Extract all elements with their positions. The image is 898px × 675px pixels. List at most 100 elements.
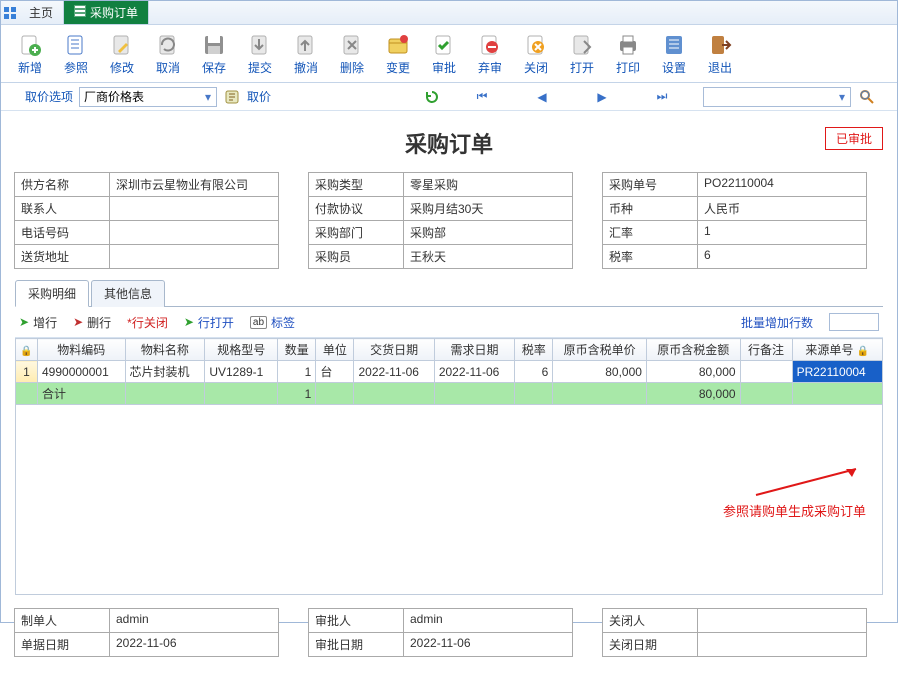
search-input[interactable] [704, 88, 834, 106]
order-value-2[interactable]: 1 [697, 220, 867, 245]
order-value-0[interactable]: PO22110004 [697, 172, 867, 197]
order-value-3[interactable]: 6 [697, 244, 867, 269]
header-form: 供方名称深圳市云星物业有限公司联系人电话号码送货地址 采购类型零星采购付款协议采… [15, 173, 883, 269]
purchase-value-2[interactable]: 采购部 [403, 220, 573, 245]
chevron-down-icon[interactable]: ▾ [200, 90, 216, 104]
supplier-label-3: 送货地址 [14, 244, 110, 269]
grid-icon [74, 5, 86, 20]
nav-prev-icon[interactable]: ◀ [533, 88, 551, 106]
subtab-detail[interactable]: 采购明细 [15, 280, 89, 307]
detail-grid: 🔒物料编码物料名称规格型号数量单位交货日期需求日期税率原币含税单价原币含税金额行… [15, 338, 883, 405]
supplier-value-3[interactable] [109, 244, 279, 269]
nav-first-icon[interactable]: ⏮ [473, 88, 491, 106]
col-header-9[interactable]: 原币含税单价 [553, 339, 647, 361]
batch-add-label: 批量增加行数 [741, 314, 813, 331]
order-value-1[interactable]: 人民币 [697, 196, 867, 221]
settings-icon [652, 31, 696, 59]
tab-home[interactable]: 主页 [19, 1, 64, 24]
col-header-10[interactable]: 原币含税金额 [646, 339, 740, 361]
closer-value-0[interactable] [697, 608, 867, 633]
supplier-value-1[interactable] [109, 196, 279, 221]
subtab-other[interactable]: 其他信息 [91, 280, 165, 307]
add-line-button[interactable]: ➤增行 [19, 314, 57, 331]
fetch-price-icon[interactable] [223, 88, 241, 106]
order-label-1: 币种 [602, 196, 698, 221]
price-list-input[interactable] [80, 88, 200, 106]
supplier-label-1: 联系人 [14, 196, 110, 221]
change-icon [376, 31, 420, 59]
total-row: 合计180,000 [16, 383, 883, 405]
approver-value-1[interactable]: 2022-11-06 [403, 632, 573, 657]
creator-label-0: 制单人 [14, 608, 110, 633]
purchase-value-0[interactable]: 零星采购 [403, 172, 573, 197]
supplier-value-0[interactable]: 深圳市云星物业有限公司 [109, 172, 279, 197]
new-button[interactable]: 新增 [7, 28, 53, 79]
source-order-cell[interactable]: PR22110004 [792, 361, 882, 383]
purchase-value-1[interactable]: 采购月结30天 [403, 196, 573, 221]
col-header-2[interactable]: 物料名称 [125, 339, 205, 361]
save-button[interactable]: 保存 [191, 28, 237, 79]
purchase-label-0: 采购类型 [308, 172, 404, 197]
supplier-value-2[interactable] [109, 220, 279, 245]
search-combo[interactable]: ▾ [703, 87, 851, 107]
col-header-0[interactable]: 🔒 [16, 339, 38, 361]
tag-button[interactable]: ab标签 [250, 314, 295, 331]
edit-button[interactable]: 修改 [99, 28, 145, 79]
purchase-label-1: 付款协议 [308, 196, 404, 221]
submit-button[interactable]: 提交 [237, 28, 283, 79]
refresh-icon[interactable] [423, 88, 441, 106]
tab-purchase-order[interactable]: 采购订单 [64, 1, 149, 24]
grid-empty-area: 参照请购单生成采购订单 [15, 405, 883, 595]
cancel-button[interactable]: 取消 [145, 28, 191, 79]
exit-button[interactable]: 退出 [697, 28, 743, 79]
col-header-11[interactable]: 行备注 [740, 339, 792, 361]
reject-button[interactable]: 弃审 [467, 28, 513, 79]
line-toolbar: ➤增行 ➤删行 *行关闭 ➤行打开 ab标签 批量增加行数 [15, 307, 883, 338]
price-list-combo[interactable]: ▾ [79, 87, 217, 107]
approve-button[interactable]: 审批 [421, 28, 467, 79]
edit-icon [100, 31, 144, 59]
fetch-price-button[interactable]: 取价 [247, 88, 271, 105]
lock-icon: 🔒 [857, 346, 869, 357]
submit-icon [238, 31, 282, 59]
col-header-4[interactable]: 数量 [278, 339, 316, 361]
col-header-3[interactable]: 规格型号 [205, 339, 278, 361]
change-button[interactable]: 变更 [375, 28, 421, 79]
print-button[interactable]: 打印 [605, 28, 651, 79]
nav-next-icon[interactable]: ▶ [593, 88, 611, 106]
search-icon[interactable] [857, 87, 877, 107]
ref-icon [54, 31, 98, 59]
revoke-icon [284, 31, 328, 59]
price-option-label: 取价选项 [25, 88, 73, 105]
approver-label-0: 审批人 [308, 608, 404, 633]
chevron-down-icon[interactable]: ▾ [834, 90, 850, 104]
col-header-8[interactable]: 税率 [515, 339, 553, 361]
col-header-12[interactable]: 来源单号 🔒 [792, 339, 882, 361]
purchase-value-3[interactable]: 王秋天 [403, 244, 573, 269]
open-line-button[interactable]: ➤行打开 [184, 314, 234, 331]
exit-icon [698, 31, 742, 59]
creator-value-1[interactable]: 2022-11-06 [109, 632, 279, 657]
closer-value-1[interactable] [697, 632, 867, 657]
col-header-5[interactable]: 单位 [316, 339, 354, 361]
app-icon [1, 1, 19, 24]
closer-label-0: 关闭人 [602, 608, 698, 633]
del-line-button[interactable]: ➤删行 [73, 314, 111, 331]
batch-add-input[interactable] [829, 313, 879, 331]
close-line-button[interactable]: *行关闭 [127, 314, 168, 331]
revoke-button[interactable]: 撤消 [283, 28, 329, 79]
delete-button[interactable]: 删除 [329, 28, 375, 79]
nav-last-icon[interactable]: ⏭ [653, 88, 671, 106]
table-row[interactable]: 14990000001芯片封装机UV1289-11台2022-11-062022… [16, 361, 883, 383]
col-header-7[interactable]: 需求日期 [434, 339, 514, 361]
approver-value-0[interactable]: admin [403, 608, 573, 633]
delete-icon [330, 31, 374, 59]
creator-value-0[interactable]: admin [109, 608, 279, 633]
settings-button[interactable]: 设置 [651, 28, 697, 79]
col-header-1[interactable]: 物料编码 [38, 339, 126, 361]
purchase-label-2: 采购部门 [308, 220, 404, 245]
col-header-6[interactable]: 交货日期 [354, 339, 434, 361]
ref-button[interactable]: 参照 [53, 28, 99, 79]
open-button[interactable]: 打开 [559, 28, 605, 79]
close-button[interactable]: 关闭 [513, 28, 559, 79]
